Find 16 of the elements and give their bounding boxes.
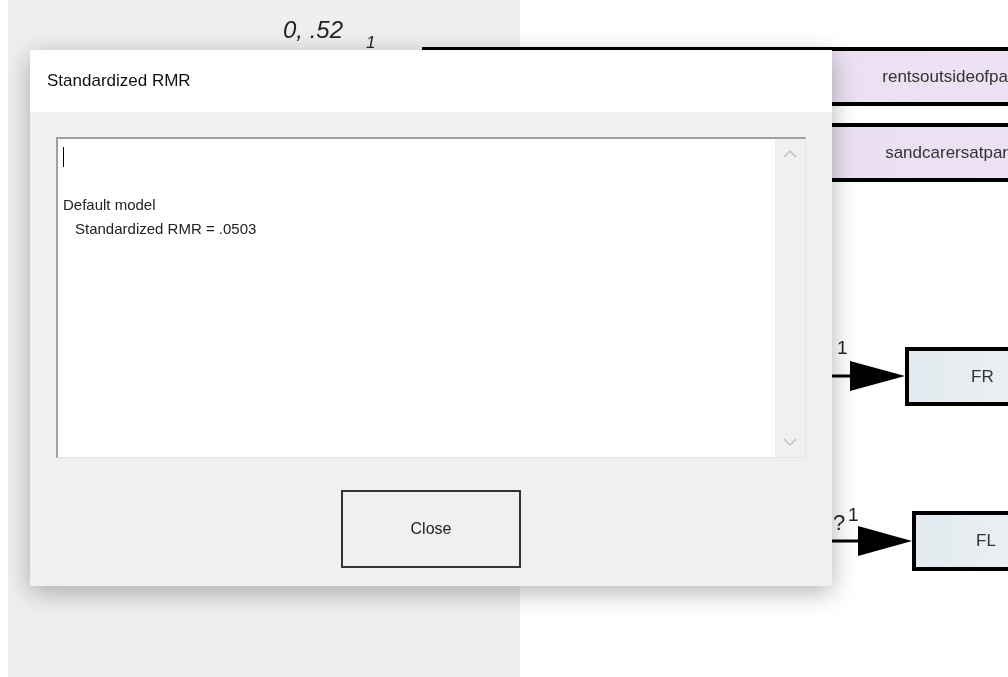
output-text-area[interactable]: Default model Standardized RMR = .0503 xyxy=(56,137,806,458)
scroll-up-icon[interactable] xyxy=(783,149,797,158)
text-cursor xyxy=(63,147,64,167)
window-title: Standardized RMR xyxy=(47,71,191,91)
path-label: ? xyxy=(833,512,846,534)
path-label: 1 xyxy=(366,34,376,51)
variable-node: FR xyxy=(905,347,1008,406)
output-line: Default model xyxy=(63,195,156,215)
scrollbar[interactable] xyxy=(775,139,805,457)
variable-node: FL xyxy=(912,511,1008,571)
scroll-down-icon[interactable] xyxy=(783,438,797,447)
path-label: 1 xyxy=(837,338,848,357)
path-label: 0, .52 xyxy=(283,18,344,42)
close-button[interactable]: Close xyxy=(341,490,521,568)
path-label: 1 xyxy=(848,505,859,524)
output-line: Standardized RMR = .0503 xyxy=(75,219,257,239)
